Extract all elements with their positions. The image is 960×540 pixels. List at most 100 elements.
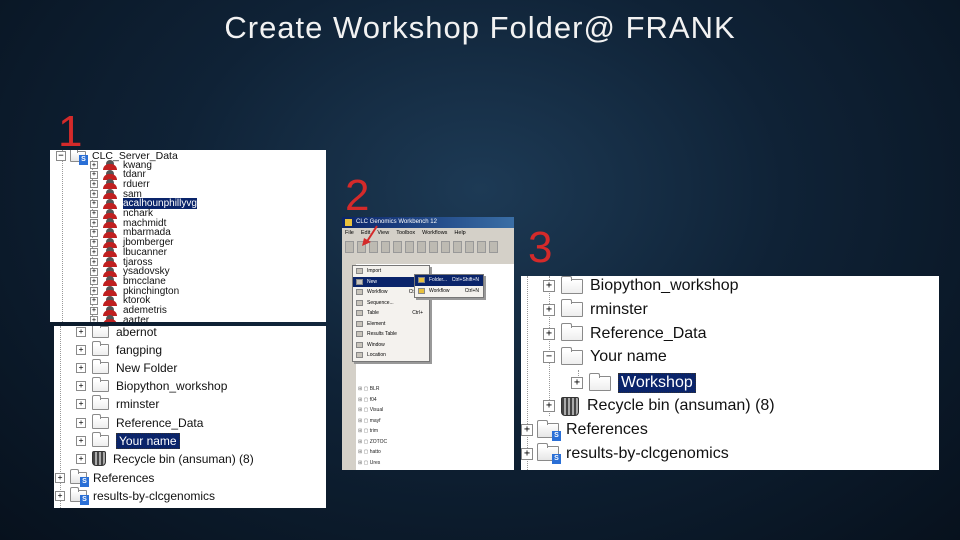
tree-node-folder[interactable]: + fangping [76,341,162,359]
expand-icon[interactable]: + [90,316,98,322]
toolbar-button[interactable] [345,241,354,253]
tree-node-folder[interactable]: + rminster [76,395,159,413]
tree-node-folder[interactable]: + Reference_Data [76,413,203,432]
expand-icon[interactable]: + [90,296,98,305]
submenu-item[interactable]: Workflow Ctrl+N [415,286,483,297]
tree-node-folder[interactable]: + Biopython_workshop [76,377,227,395]
navigation-tree-item[interactable]: BLR [358,384,387,395]
expand-icon[interactable]: + [76,435,86,446]
collapse-icon[interactable]: − [543,351,555,364]
tree-node-server-root[interactable]: + S References [55,469,154,487]
user-folder-icon [103,198,117,209]
menu-item[interactable]: Results Table [353,329,429,340]
tree-node-folder[interactable]: − Your name [543,345,667,369]
menu-item[interactable]: Sequence... [353,298,429,309]
navigation-tree-item[interactable]: mayf [358,416,387,427]
expand-icon[interactable]: + [76,327,86,337]
collapse-icon[interactable]: − [56,151,66,161]
menu-workflows[interactable]: Workflows [422,228,447,238]
tree-node-folder[interactable]: + Biopython_workshop [543,276,739,298]
expand-icon[interactable]: + [90,219,98,228]
expand-icon[interactable]: + [90,199,98,208]
toolbar-button[interactable] [441,241,450,253]
menu-item-label: Results Table [367,331,397,337]
submenu-item[interactable]: Folder... Ctrl+Shift+N [415,275,483,286]
tree-node-folder[interactable]: + Recycle bin (ansuman) (8) [76,450,254,468]
expand-icon[interactable]: + [521,447,533,460]
expand-icon[interactable]: + [90,287,98,296]
navigation-tree-item[interactable]: trim [358,426,387,437]
expand-icon[interactable]: + [90,170,98,179]
toolbar-button[interactable] [477,241,486,253]
menu-file[interactable]: File [345,228,354,238]
expand-icon[interactable]: + [90,209,98,218]
menu-item[interactable]: Location [353,350,429,361]
toolbar-button[interactable] [453,241,462,253]
user-folder-icon [103,276,117,287]
expand-icon[interactable]: + [90,277,98,286]
expand-icon[interactable]: + [90,238,98,247]
expand-icon[interactable]: + [76,381,86,392]
expand-icon[interactable]: + [76,345,86,356]
toolbar-button[interactable] [393,241,402,253]
navigation-tree-item[interactable]: ZOTOC [358,437,387,448]
expand-icon[interactable]: + [90,258,98,266]
expand-icon[interactable]: + [90,248,98,257]
folder-icon [561,323,583,342]
toolbar-button[interactable] [381,241,390,253]
toolbar-button[interactable] [465,241,474,253]
expand-icon[interactable]: + [76,363,86,374]
tree-node-folder[interactable]: + New Folder [76,359,177,377]
submenu-item-label: Workflow [429,288,450,294]
expand-icon[interactable]: + [543,327,555,340]
slide-title: Create Workshop Folder@ FRANK [224,10,736,45]
tree-node-server-root[interactable]: + Sresults-by-clcgenomics [521,442,729,466]
expand-icon[interactable]: + [76,453,86,464]
toolbar-button[interactable] [489,241,498,253]
expand-icon[interactable]: + [90,267,98,276]
toolbar-button[interactable] [417,241,426,253]
expand-icon[interactable]: + [55,491,65,502]
expand-icon[interactable]: + [543,400,555,412]
user-folder-icon [103,315,117,322]
submenu-item-shortcut: Ctrl+N [464,288,479,294]
tree-node-folder[interactable]: + Reference_Data [543,322,707,346]
expand-icon[interactable]: + [55,473,65,483]
navigation-tree-item[interactable]: scas [358,468,387,470]
app-icon [345,219,352,226]
expand-icon[interactable]: + [90,180,98,189]
expand-icon[interactable]: + [543,280,555,292]
tree-node-server-root[interactable]: + S References [521,418,648,442]
tree-node-folder[interactable]: + abernot [76,326,157,341]
tree-node-folder[interactable]: + rminster [543,298,648,322]
expand-icon[interactable]: + [90,161,98,169]
menu-help[interactable]: Help [454,228,465,238]
tree-node-server-root[interactable]: + Sresults-by-clcgenomics [55,487,215,506]
expand-icon[interactable]: + [76,399,86,410]
tree-node-recycle-bin[interactable]: + Recycle bin (ansuman) (8) [543,394,775,418]
navigation-tree-item[interactable]: hatto [358,447,387,458]
tree-node-label: Recycle bin (ansuman) (8) [587,397,775,414]
folder-icon [561,276,583,294]
user-folder-icon [103,257,117,267]
menu-toolbox[interactable]: Toolbox [396,228,415,238]
expand-icon[interactable]: + [90,228,98,237]
navigation-tree-item[interactable]: Ures [358,458,387,469]
expand-icon[interactable]: + [90,190,98,199]
toolbar-button[interactable] [405,241,414,253]
navigation-tree-item[interactable]: f04 [358,395,387,406]
tree-node-workshop[interactable]: + Workshop [571,371,696,395]
expand-icon[interactable]: + [90,306,98,315]
expand-icon[interactable]: + [521,424,533,436]
user-folder-icon [103,237,117,248]
navigation-tree-item[interactable]: Visual [358,405,387,416]
expand-icon[interactable]: + [543,303,555,316]
expand-icon[interactable]: + [76,417,86,428]
expand-icon[interactable]: + [571,377,583,389]
toolbar-button[interactable] [429,241,438,253]
menu-item[interactable]: Table Ctrl+ [353,308,429,319]
menu-item[interactable]: Window [353,340,429,351]
menu-item[interactable]: Element [353,319,429,330]
tree-node-folder[interactable]: + Your name [76,431,180,450]
tree-node-user[interactable]: + aarter [90,315,149,322]
